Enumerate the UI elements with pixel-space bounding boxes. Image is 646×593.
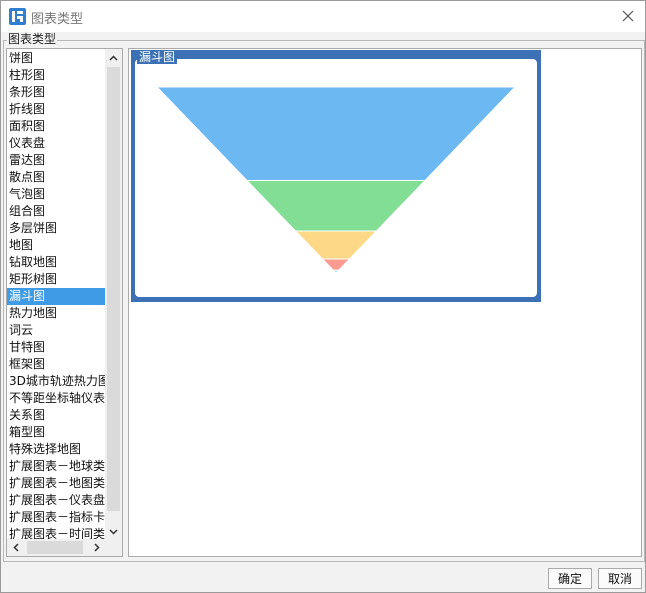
list-item[interactable]: 条形图 bbox=[7, 84, 105, 101]
scroll-right-icon[interactable] bbox=[88, 539, 105, 556]
preview-inner-frame bbox=[134, 58, 538, 298]
horizontal-scrollbar[interactable] bbox=[7, 539, 105, 556]
list-item[interactable]: 3D城市轨迹热力图 bbox=[7, 373, 105, 390]
list-item[interactable]: 关系图 bbox=[7, 407, 105, 424]
list-item[interactable]: 气泡图 bbox=[7, 186, 105, 203]
list-item[interactable]: 饼图 bbox=[7, 50, 105, 67]
list-item[interactable]: 词云 bbox=[7, 322, 105, 339]
horizontal-scroll-thumb[interactable] bbox=[27, 541, 83, 554]
funnel-chart bbox=[155, 86, 517, 274]
list-item[interactable]: 柱形图 bbox=[7, 67, 105, 84]
list-item[interactable]: 特殊选择地图 bbox=[7, 441, 105, 458]
list-item[interactable]: 框架图 bbox=[7, 356, 105, 373]
chart-type-dialog: 图表类型 图表类型 饼图 柱形图 条形图 折线图 面积图 仪表盘 雷达图 散点图 气泡图 组合图多… bbox=[0, 0, 646, 593]
list-item[interactable]: 地图 bbox=[7, 237, 105, 254]
list-item[interactable]: 漏斗图 bbox=[7, 288, 105, 305]
funnel-stage-3 bbox=[294, 230, 378, 260]
app-logo-icon bbox=[9, 8, 26, 25]
list-item[interactable]: 扩展图表－地球类 bbox=[7, 458, 105, 475]
list-item[interactable]: 不等距坐标轴仪表 bbox=[7, 390, 105, 407]
list-item[interactable]: 钻取地图 bbox=[7, 254, 105, 271]
scrollbar-corner bbox=[105, 539, 122, 556]
list-item[interactable]: 扩展图表－仪表盘 bbox=[7, 492, 105, 509]
list-item[interactable]: 雷达图 bbox=[7, 152, 105, 169]
cancel-button[interactable]: 取消 bbox=[598, 568, 642, 589]
ok-button[interactable]: 确定 bbox=[548, 568, 592, 589]
funnel-chart-card[interactable]: 漏斗图 bbox=[131, 50, 541, 302]
scroll-left-icon[interactable] bbox=[7, 539, 24, 556]
vertical-scrollbar[interactable] bbox=[105, 49, 122, 540]
list-item[interactable]: 扩展图表－指标卡 bbox=[7, 509, 105, 526]
list-item[interactable]: 热力地图 bbox=[7, 305, 105, 322]
list-item[interactable]: 折线图 bbox=[7, 101, 105, 118]
scroll-up-icon[interactable] bbox=[105, 49, 122, 66]
close-icon[interactable] bbox=[619, 7, 637, 25]
chart-type-list[interactable]: 饼图 柱形图 条形图 折线图 面积图 仪表盘 雷达图 散点图 气泡图 组合图 多层饼图 地图 钻取地图矩… bbox=[6, 48, 123, 557]
vertical-scroll-thumb[interactable] bbox=[107, 67, 120, 511]
list-item[interactable]: 箱型图 bbox=[7, 424, 105, 441]
funnel-stage-5 bbox=[332, 269, 340, 274]
list-item[interactable]: 组合图 bbox=[7, 203, 105, 220]
list-item[interactable]: 扩展图表－地图类 bbox=[7, 475, 105, 492]
list-item[interactable]: 甘特图 bbox=[7, 339, 105, 356]
group-label: 图表类型 bbox=[7, 32, 58, 46]
funnel-stage-1 bbox=[155, 86, 517, 181]
preview-title: 漏斗图 bbox=[137, 50, 178, 64]
funnel-stage-4 bbox=[321, 258, 351, 271]
list-item[interactable]: 矩形树图 bbox=[7, 271, 105, 288]
list-item[interactable]: 散点图 bbox=[7, 169, 105, 186]
list-item[interactable]: 多层饼图 bbox=[7, 220, 105, 237]
scroll-down-icon[interactable] bbox=[105, 523, 122, 540]
list-item[interactable]: 面积图 bbox=[7, 118, 105, 135]
title-bar: 图表类型 bbox=[1, 1, 645, 32]
list-item[interactable]: 仪表盘 bbox=[7, 135, 105, 152]
window-title: 图表类型 bbox=[31, 12, 84, 27]
preview-pane: 漏斗图 bbox=[128, 48, 642, 557]
funnel-stage-2 bbox=[245, 179, 427, 232]
